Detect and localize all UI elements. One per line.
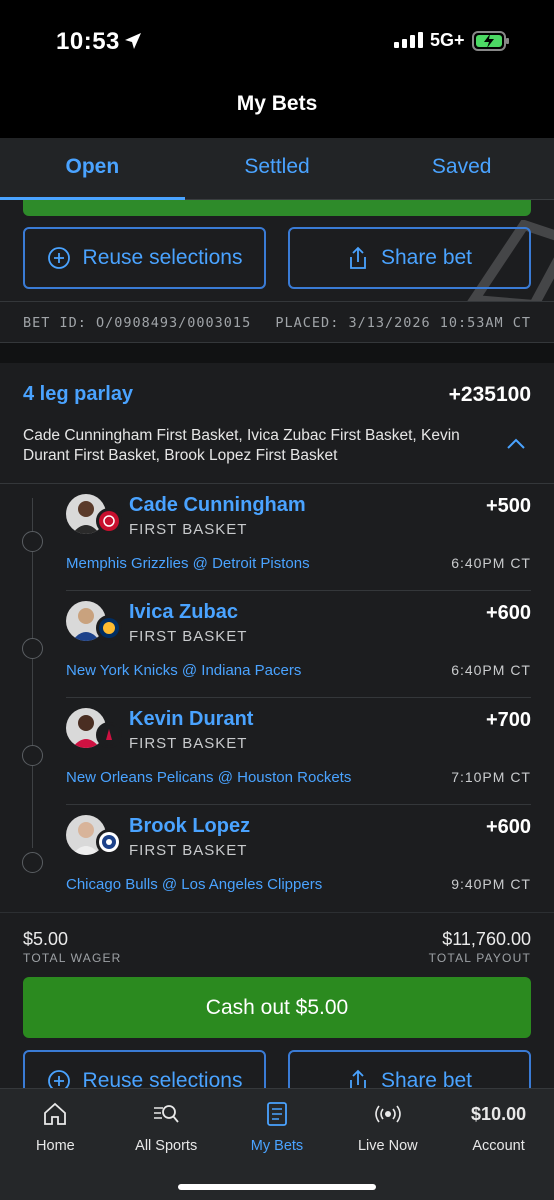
leg-odds: +600: [485, 602, 531, 624]
bet-slip-icon: [265, 1099, 289, 1129]
plus-circle-icon: [47, 1070, 70, 1088]
pacers-logo-icon: [96, 615, 122, 641]
bottom-nav: Home All Sports My Bets Live Now $10.00 …: [0, 1088, 554, 1200]
tab-saved[interactable]: Saved: [369, 138, 554, 199]
page-title: My Bets: [236, 92, 318, 115]
nav-home[interactable]: Home: [0, 1089, 111, 1200]
player-name[interactable]: Cade Cunningham: [129, 494, 306, 517]
home-indicator[interactable]: [178, 1184, 376, 1190]
parlay-leg[interactable]: Cade Cunningham FIRST BASKET +500 Memphi…: [0, 484, 554, 591]
bets-list[interactable]: Reuse selections Share bet BET ID: O/090…: [0, 200, 554, 1088]
reuse-selections-button[interactable]: Reuse selections: [23, 1050, 266, 1088]
bet-meta-bar: BET ID: O/0908493/0003015 PLACED: 3/13/2…: [0, 301, 554, 343]
network-type: 5G+: [430, 30, 465, 50]
cash-out-button[interactable]: Cash out $5.00: [23, 977, 531, 1038]
card-separator: [0, 343, 554, 363]
reuse-selections-label: Reuse selections: [82, 1069, 243, 1088]
share-bet-label: Share bet: [380, 246, 473, 269]
parlay-leg[interactable]: Kevin Durant FIRST BASKET +700 New Orlea…: [0, 698, 554, 805]
placed-timestamp: PLACED: 3/13/2026 10:53AM CT: [275, 315, 531, 331]
previous-cashout-button-edge[interactable]: [23, 200, 531, 216]
nav-my-bets-label: My Bets: [250, 1138, 304, 1154]
market-type: FIRST BASKET: [129, 735, 248, 752]
leg-status-dot: [22, 638, 43, 659]
nav-home-label: Home: [36, 1138, 75, 1154]
total-wager-label: TOTAL WAGER: [23, 951, 122, 965]
parlay-title: 4 leg parlay: [23, 383, 134, 405]
game-time: 6:40PM CT: [451, 555, 531, 571]
nav-account-label: Account: [472, 1138, 525, 1154]
leg-odds: +500: [485, 495, 531, 517]
clippers-logo-icon: [96, 829, 122, 855]
leg-odds: +700: [485, 709, 531, 731]
live-broadcast-icon: [374, 1099, 402, 1129]
reuse-selections-label: Reuse selections: [82, 246, 243, 269]
location-arrow-icon: [123, 31, 143, 56]
nav-account[interactable]: $10.00 Account: [443, 1089, 554, 1200]
plus-circle-icon: [47, 247, 70, 269]
game-time: 7:10PM CT: [451, 769, 531, 785]
game-link[interactable]: Memphis Grizzlies @ Detroit Pistons: [66, 555, 310, 572]
share-bet-button[interactable]: Share bet: [288, 1050, 531, 1088]
chevron-up-icon[interactable]: [506, 437, 526, 455]
game-link[interactable]: New York Knicks @ Indiana Pacers: [66, 662, 301, 679]
bet-summary: $5.00 TOTAL WAGER $11,760.00 TOTAL PAYOU…: [0, 912, 554, 1088]
reuse-selections-button[interactable]: Reuse selections: [23, 227, 266, 289]
player-name[interactable]: Brook Lopez: [129, 815, 250, 838]
total-wager-value: $5.00: [23, 929, 69, 949]
account-balance: $10.00: [471, 1104, 527, 1124]
parlay-leg[interactable]: Brook Lopez FIRST BASKET +600 Chicago Bu…: [0, 805, 554, 912]
tab-open[interactable]: Open: [0, 138, 185, 200]
tab-settled[interactable]: Settled: [185, 138, 370, 199]
leg-status-dot: [22, 745, 43, 766]
share-bet-label: Share bet: [380, 1069, 473, 1088]
nav-all-sports-label: All Sports: [135, 1138, 198, 1154]
status-time: 10:53: [56, 28, 120, 55]
pistons-logo-icon: [96, 508, 122, 534]
cell-signal-icon: [394, 32, 424, 53]
search-sports-icon: [152, 1099, 180, 1129]
leg-status-dot: [22, 852, 43, 873]
market-type: FIRST BASKET: [129, 628, 248, 645]
parlay-odds: +235100: [448, 383, 531, 406]
game-time: 9:40PM CT: [451, 876, 531, 892]
battery-charging-icon: [472, 31, 510, 56]
parlay-description: Cade Cunningham First Basket, Ivica Zuba…: [23, 427, 460, 464]
total-payout-label: TOTAL PAYOUT: [428, 951, 531, 965]
share-icon: [350, 246, 366, 269]
bet-id: BET ID: O/0908493/0003015: [23, 315, 252, 331]
game-link[interactable]: New Orleans Pelicans @ Houston Rockets: [66, 769, 351, 786]
leg-odds: +600: [485, 816, 531, 838]
market-type: FIRST BASKET: [129, 521, 248, 538]
share-icon: [350, 1069, 366, 1088]
rockets-logo-icon: [96, 722, 122, 748]
nav-live-now-label: Live Now: [357, 1138, 418, 1154]
player-name[interactable]: Ivica Zubac: [129, 601, 238, 624]
game-time: 6:40PM CT: [451, 662, 531, 678]
share-bet-button[interactable]: Share bet: [288, 227, 531, 289]
parlay-leg[interactable]: Ivica Zubac FIRST BASKET +600 New York K…: [0, 591, 554, 698]
player-name[interactable]: Kevin Durant: [129, 708, 253, 731]
total-payout-value: $11,760.00: [442, 929, 531, 949]
leg-status-dot: [22, 531, 43, 552]
status-bar: 10:53 5G+: [0, 0, 554, 82]
game-link[interactable]: Chicago Bulls @ Los Angeles Clippers: [66, 876, 322, 893]
bet-tabs: Open Settled Saved: [0, 138, 554, 200]
market-type: FIRST BASKET: [129, 842, 248, 859]
home-icon: [42, 1099, 68, 1129]
